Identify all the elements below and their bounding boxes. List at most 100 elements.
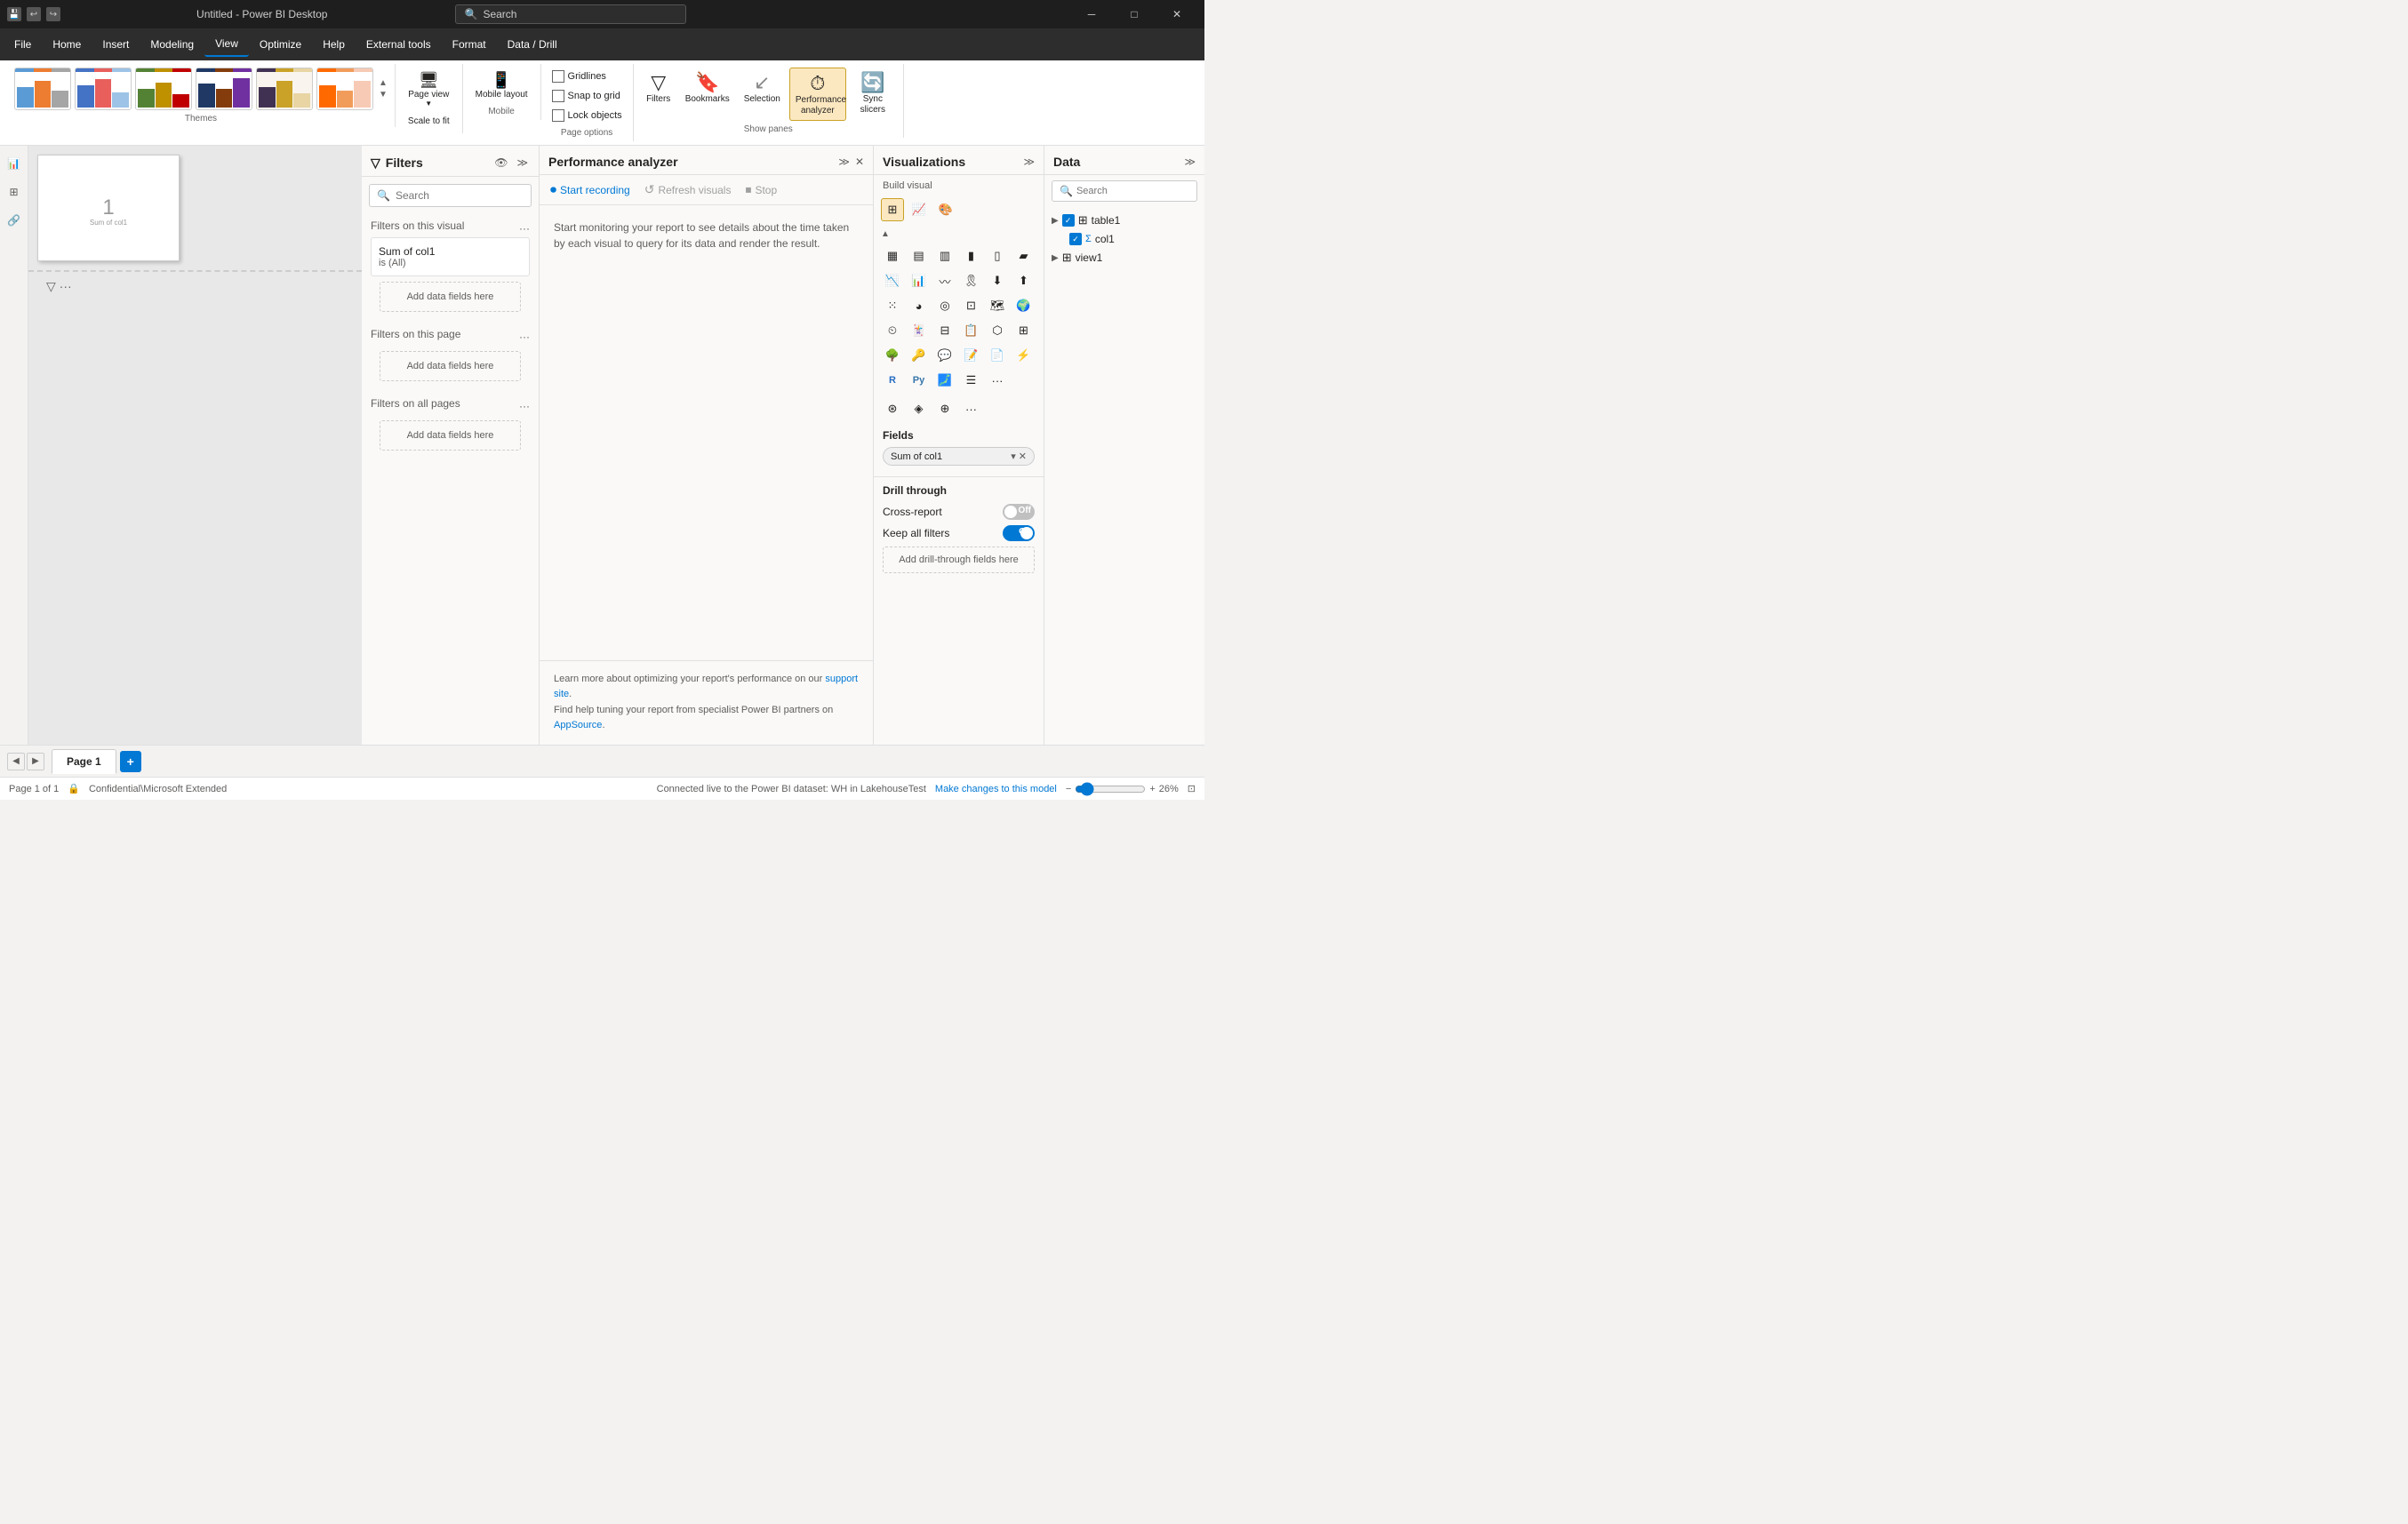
- viz-matrix-icon[interactable]: ⊞: [1012, 319, 1036, 342]
- filters-all-pages-menu[interactable]: ···: [519, 400, 530, 412]
- viz-stacked-bar-icon[interactable]: ▦: [881, 244, 904, 267]
- viz-more-icon[interactable]: ···: [986, 369, 1009, 392]
- data-expand-icon[interactable]: ≫: [1184, 156, 1196, 168]
- theme-6[interactable]: [316, 68, 373, 110]
- filters-expand-icon[interactable]: ≫: [515, 155, 530, 171]
- menu-home[interactable]: Home: [42, 33, 92, 56]
- zoom-in-icon[interactable]: +: [1149, 784, 1155, 794]
- canvas-area[interactable]: 1 Sum of col1 ▽ ···: [28, 146, 362, 745]
- page-nav-next[interactable]: ▶: [27, 753, 44, 770]
- fit-page-icon[interactable]: ⊡: [1188, 783, 1196, 794]
- viz-row7-more[interactable]: ···: [960, 397, 983, 420]
- theme-3[interactable]: [135, 68, 192, 110]
- viz-table-icon2[interactable]: ☰: [960, 369, 983, 392]
- start-recording-button[interactable]: ⏺ Start recording: [550, 182, 630, 197]
- viz-filled-map-icon[interactable]: 🌍: [1012, 294, 1036, 317]
- sync-slicers-button[interactable]: 🔄 Sync slicers: [850, 68, 896, 119]
- theme-5[interactable]: [256, 68, 313, 110]
- scale-to-fit-button[interactable]: Scale to fit: [403, 113, 455, 130]
- filters-eye-icon[interactable]: 👁: [492, 155, 509, 171]
- viz-key-influencers-icon[interactable]: 🔑: [908, 344, 931, 367]
- viz-stacked-col-icon[interactable]: ▮: [960, 244, 983, 267]
- menu-help[interactable]: Help: [312, 33, 356, 56]
- performance-analyzer-button[interactable]: ⏱ Performance analyzer: [789, 68, 846, 121]
- perf-close-icon[interactable]: ✕: [855, 156, 864, 168]
- add-page-button[interactable]: +: [120, 751, 141, 772]
- stop-button[interactable]: ⏹ Stop: [745, 182, 777, 197]
- viz-expand-icon[interactable]: ≫: [1023, 156, 1035, 168]
- add-visual-fields-box[interactable]: Add data fields here: [380, 282, 521, 312]
- snap-to-grid-checkbox[interactable]: Snap to grid: [548, 87, 626, 105]
- viz-ribbon-icon[interactable]: 🎗: [960, 269, 983, 292]
- viz-100pct-col-icon[interactable]: ▰: [1012, 244, 1036, 267]
- viz-waterfall-icon[interactable]: ⬇: [986, 269, 1009, 292]
- perf-expand-icon[interactable]: ≫: [838, 156, 850, 168]
- viz-python-icon[interactable]: Py: [908, 369, 931, 392]
- viz-pie-icon[interactable]: ◕: [908, 294, 931, 317]
- theme-4[interactable]: [196, 68, 252, 110]
- keep-filters-toggle[interactable]: On: [1003, 525, 1035, 541]
- theme-2[interactable]: [75, 68, 132, 110]
- cross-report-toggle[interactable]: Off: [1003, 504, 1035, 520]
- bookmarks-button[interactable]: 🔖 Bookmarks: [680, 68, 735, 108]
- redo-icon[interactable]: ↪: [46, 7, 60, 21]
- viz-slicer-icon[interactable]: ⬡: [986, 319, 1009, 342]
- viz-area-icon[interactable]: 📊: [908, 269, 931, 292]
- data-tree-col1[interactable]: ✓ Σ col1: [1052, 230, 1197, 248]
- sidebar-table-icon[interactable]: ⊞: [4, 181, 25, 203]
- menu-external-tools[interactable]: External tools: [356, 33, 442, 56]
- make-changes-link[interactable]: Make changes to this model: [935, 784, 1057, 794]
- filters-this-page-menu[interactable]: ···: [519, 331, 530, 343]
- viz-scatter-icon[interactable]: ⁙: [881, 294, 904, 317]
- page-nav-prev[interactable]: ◀: [7, 753, 25, 770]
- viz-r-visual-icon[interactable]: R: [881, 369, 904, 392]
- add-all-pages-fields-box[interactable]: Add data fields here: [380, 420, 521, 451]
- viz-collapse-icon[interactable]: ▲: [881, 229, 890, 239]
- viz-funnel-icon[interactable]: ⬆: [1012, 269, 1036, 292]
- viz-analytics-icon[interactable]: 📈: [908, 198, 931, 221]
- undo-icon[interactable]: ↩: [27, 7, 41, 21]
- viz-azure-map-icon[interactable]: 🗾: [933, 369, 956, 392]
- save-icon[interactable]: 💾: [7, 7, 21, 21]
- gridlines-checkbox[interactable]: Gridlines: [548, 68, 626, 85]
- filters-this-visual-menu[interactable]: ···: [519, 222, 530, 235]
- viz-decomp-tree-icon[interactable]: 🌳: [881, 344, 904, 367]
- viz-paginated-report-icon[interactable]: 📄: [986, 344, 1009, 367]
- mobile-layout-button[interactable]: 📱 Mobile layout: [470, 68, 533, 103]
- data-tree-view1[interactable]: ▶ ⊞ view1: [1052, 248, 1197, 267]
- lock-objects-checkbox[interactable]: Lock objects: [548, 107, 626, 124]
- data-tree-table1[interactable]: ▶ ✓ ⊞ table1: [1052, 211, 1197, 230]
- appsource-link[interactable]: AppSource: [554, 720, 602, 730]
- viz-field-col1[interactable]: Sum of col1 ▾ ✕: [883, 447, 1035, 466]
- maximize-button[interactable]: □: [1114, 0, 1155, 28]
- viz-kpi-icon[interactable]: 📋: [960, 319, 983, 342]
- viz-row7-2[interactable]: ◈: [908, 397, 931, 420]
- viz-donut-icon[interactable]: ◎: [933, 294, 956, 317]
- viz-smart-narrative-icon[interactable]: 📝: [960, 344, 983, 367]
- filters-search-box[interactable]: 🔍: [369, 184, 532, 207]
- field-pill-expand[interactable]: ▾ ✕: [1011, 451, 1027, 462]
- menu-format[interactable]: Format: [442, 33, 497, 56]
- viz-row7-3[interactable]: ⊕: [933, 397, 956, 420]
- page-view-button[interactable]: 🖥 Page view ▼: [403, 68, 455, 111]
- data-search-box[interactable]: 🔍: [1052, 180, 1197, 202]
- viz-clustered-col-icon[interactable]: ▯: [986, 244, 1009, 267]
- menu-view[interactable]: View: [204, 32, 249, 57]
- close-button[interactable]: ✕: [1156, 0, 1197, 28]
- viz-card-icon[interactable]: 🃏: [908, 319, 931, 342]
- viz-multirow-icon[interactable]: ⊟: [933, 319, 956, 342]
- zoom-slider[interactable]: [1075, 782, 1146, 796]
- menu-file[interactable]: File: [4, 33, 42, 56]
- page-thumbnail[interactable]: 1 Sum of col1: [37, 155, 180, 261]
- add-page-fields-box[interactable]: Add data fields here: [380, 351, 521, 381]
- data-search-input[interactable]: [1076, 186, 1189, 196]
- add-drill-fields-box[interactable]: Add drill-through fields here: [883, 547, 1035, 573]
- viz-line-area-icon[interactable]: 〰: [933, 269, 956, 292]
- viz-power-apps-icon[interactable]: ⚡: [1012, 344, 1036, 367]
- menu-optimize[interactable]: Optimize: [249, 33, 312, 56]
- filters-search-input[interactable]: [396, 189, 524, 202]
- menu-data-drill[interactable]: Data / Drill: [497, 33, 568, 56]
- viz-map-icon[interactable]: 🗺: [986, 294, 1009, 317]
- viz-qa-icon[interactable]: 💬: [933, 344, 956, 367]
- filters-button[interactable]: ▽ Filters: [641, 68, 676, 108]
